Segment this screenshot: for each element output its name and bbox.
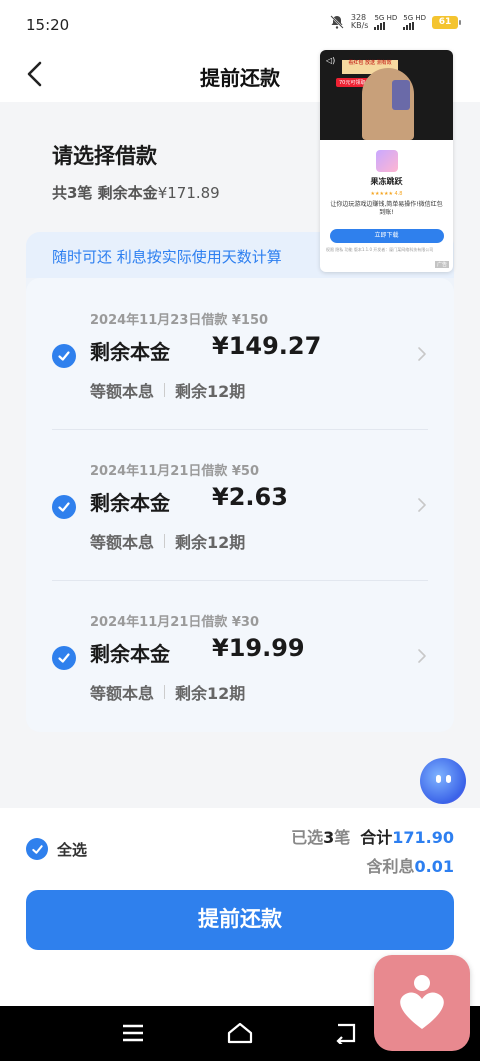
select-all-label[interactable]: 全选: [57, 839, 87, 860]
checkbox-checked-icon[interactable]: [52, 646, 76, 670]
meta-divider: [164, 685, 166, 699]
net-speed-unit: KB/s: [350, 21, 369, 30]
signal-bars-icon: [374, 22, 386, 30]
ad-phone-image: [392, 80, 410, 110]
loan-method: 等额本息: [90, 533, 155, 552]
loan-periods: 剩余12期: [175, 382, 246, 401]
loan-periods: 剩余12期: [175, 684, 246, 703]
select-all-checkbox[interactable]: [26, 838, 48, 860]
loan-label: 剩余本金: [90, 491, 170, 515]
status-icons: 328 KB/s 5G HD 5G HD 61: [329, 14, 461, 30]
meta-divider: [164, 534, 166, 548]
summary-count: 共3笔: [52, 184, 93, 202]
floating-ad[interactable]: ◁) 看红包 放送 测有效 70元可领取红包 果冻跳跃 ★★★★★ 4.8 让你…: [320, 50, 453, 272]
ad-download-button[interactable]: 立即下载: [329, 229, 444, 243]
selected-prefix: 已选: [291, 828, 324, 847]
loan-date: 2024年11月23日借款 ¥150: [90, 313, 269, 328]
menu-icon[interactable]: [121, 1022, 145, 1044]
loan-label: 剩余本金: [90, 340, 170, 364]
status-bar: 15:20 328 KB/s 5G HD 5G HD 61: [0, 0, 480, 50]
ad-video[interactable]: ◁) 看红包 放送 测有效 70元可领取红包: [320, 50, 453, 140]
interest-label: 含利息: [366, 857, 415, 876]
loan-amount: ¥19.99: [212, 634, 305, 662]
total-value: 171.90: [392, 828, 454, 847]
ad-rating: ★★★★★ 4.8: [370, 191, 403, 197]
loan-item[interactable]: 2024年11月21日借款 ¥50 剩余本金 ¥2.63 等额本息 剩余12期: [52, 429, 428, 579]
ad-description: 让你边玩游戏边赚钱,简单易操作!微信红包到账!: [330, 201, 443, 216]
loan-method: 等额本息: [90, 382, 155, 401]
loan-amount: ¥2.63: [212, 483, 288, 511]
net-speed: 328 KB/s: [351, 14, 369, 30]
interest-line: 含利息0.01: [367, 853, 455, 877]
ad-badge: 广告: [434, 261, 449, 268]
loan-label: 剩余本金: [90, 642, 170, 666]
bell-muted-icon: [329, 14, 345, 30]
loan-item[interactable]: 2024年11月21日借款 ¥30 剩余本金 ¥19.99 等额本息 剩余12期: [52, 580, 428, 730]
ad-app-name: 果冻跳跃: [370, 177, 403, 186]
loan-meta: 等额本息 剩余12期: [90, 378, 245, 402]
loan-meta: 等额本息 剩余12期: [90, 529, 245, 553]
selected-count: 已选3笔: [291, 824, 350, 848]
summary-amount: ¥171.89: [157, 184, 220, 202]
loan-date: 2024年11月21日借款 ¥30: [90, 615, 260, 630]
signal-2: 5G HD: [403, 14, 426, 30]
ad-app-icon: [375, 150, 398, 172]
checkbox-checked-icon[interactable]: [52, 495, 76, 519]
battery-icon: 61: [432, 15, 461, 29]
home-icon[interactable]: [227, 1022, 253, 1044]
total-line: 已选3笔 合计171.90: [291, 824, 454, 848]
loan-periods: 剩余12期: [175, 533, 246, 552]
loan-summary: 共3笔 剩余本金¥171.89: [52, 182, 220, 203]
signal-1-label: 5G HD: [374, 14, 398, 22]
loan-amount: ¥149.27: [212, 332, 322, 360]
chevron-right-icon[interactable]: [416, 346, 428, 362]
ad-footer: 权限 隐私 功能 版本1.1.0 开发者：厦门某网络科技有限公司: [326, 247, 434, 252]
back-nav-icon[interactable]: [334, 1022, 358, 1046]
selected-suffix: 笔: [334, 828, 351, 847]
signal-1: 5G HD: [374, 14, 397, 30]
signal-bars-icon: [403, 22, 415, 30]
total-label: 合计: [360, 828, 393, 847]
section-title: 请选择借款: [52, 144, 157, 168]
meta-divider: [164, 383, 166, 397]
sound-icon[interactable]: ◁): [326, 56, 335, 65]
loan-card: 随时可还 利息按实际使用天数计算 2024年11月23日借款 ¥150 剩余本金…: [26, 232, 454, 732]
prepay-button[interactable]: 提前还款: [26, 890, 454, 950]
interest-value: 0.01: [414, 857, 454, 876]
loan-list: 2024年11月23日借款 ¥150 剩余本金 ¥149.27 等额本息 剩余1…: [26, 278, 454, 732]
loan-date: 2024年11月21日借款 ¥50: [90, 464, 260, 479]
loan-item[interactable]: 2024年11月23日借款 ¥150 剩余本金 ¥149.27 等额本息 剩余1…: [52, 278, 428, 428]
loan-meta: 等额本息 剩余12期: [90, 680, 245, 704]
chevron-right-icon[interactable]: [416, 497, 428, 513]
checkbox-checked-icon[interactable]: [52, 344, 76, 368]
chevron-right-icon[interactable]: [416, 648, 428, 664]
selected-count-value: 3: [323, 828, 335, 847]
summary-label: 剩余本金: [97, 184, 158, 202]
status-time: 15:20: [26, 16, 70, 34]
loan-method: 等额本息: [90, 684, 155, 703]
signal-2-label: 5G HD: [403, 14, 426, 22]
assistant-bubble-icon[interactable]: [420, 758, 466, 804]
heart-app-icon[interactable]: [374, 955, 470, 1051]
